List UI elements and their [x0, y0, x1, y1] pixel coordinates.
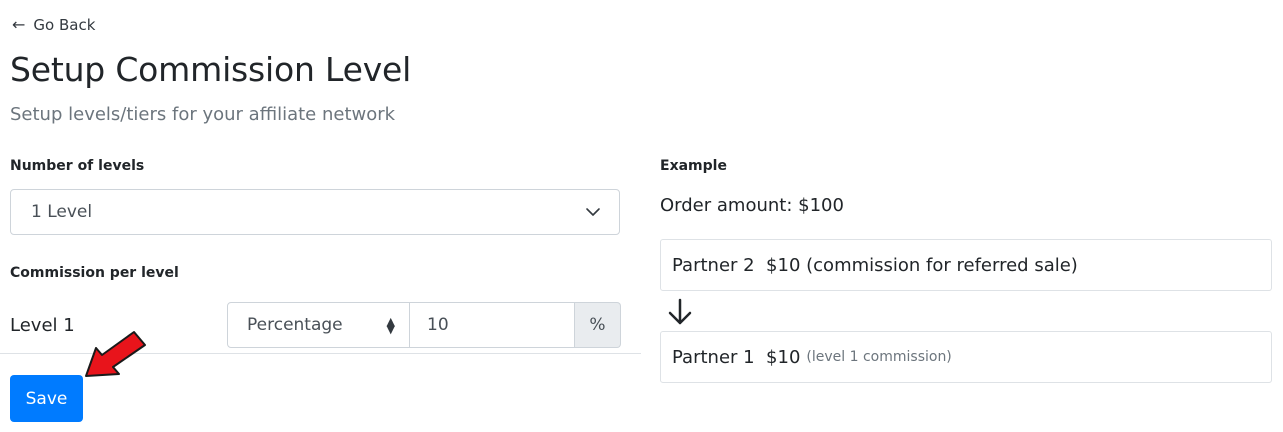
partner-amount: $10	[766, 254, 801, 276]
commission-type-select[interactable]: Percentage ▲ ▼	[227, 302, 410, 348]
partner-note: (level 1 commission)	[806, 349, 952, 365]
example-card-partner-1: Partner 1 $10 (level 1 commission)	[660, 331, 1272, 383]
level-1-commission-group: Percentage ▲ ▼ 10 %	[227, 302, 621, 348]
page-subtitle: Setup levels/tiers for your affiliate ne…	[10, 104, 396, 125]
annotation-arrow-icon	[85, 331, 146, 377]
arrow-down-icon	[668, 298, 692, 325]
example-heading: Example	[660, 158, 727, 174]
percent-addon: %	[575, 302, 621, 348]
levels-select-value: 1 Level	[31, 202, 93, 222]
partner-name: Partner 2	[672, 254, 755, 276]
go-back-link[interactable]: ← Go Back	[12, 16, 95, 34]
commission-amount-input[interactable]: 10	[410, 302, 575, 348]
order-amount: Order amount: $100	[660, 195, 844, 216]
levels-select[interactable]: 1 Level	[10, 189, 620, 235]
partner-note: (commission for referred sale)	[806, 254, 1078, 276]
save-button[interactable]: Save	[10, 375, 83, 422]
chevron-down-icon	[586, 208, 600, 216]
level-1-label: Level 1	[10, 315, 75, 336]
go-back-label: Go Back	[33, 16, 96, 34]
select-updown-icon: ▲ ▼	[386, 315, 395, 336]
example-card-partner-2: Partner 2 $10 (commission for referred s…	[660, 239, 1272, 291]
commission-label: Commission per level	[10, 265, 179, 281]
arrow-left-icon: ←	[12, 15, 26, 34]
partner-name: Partner 1	[672, 346, 755, 368]
page-title: Setup Commission Level	[10, 50, 412, 89]
commission-type-value: Percentage	[247, 315, 343, 335]
levels-label: Number of levels	[10, 158, 145, 174]
partner-amount: $10	[766, 346, 801, 368]
